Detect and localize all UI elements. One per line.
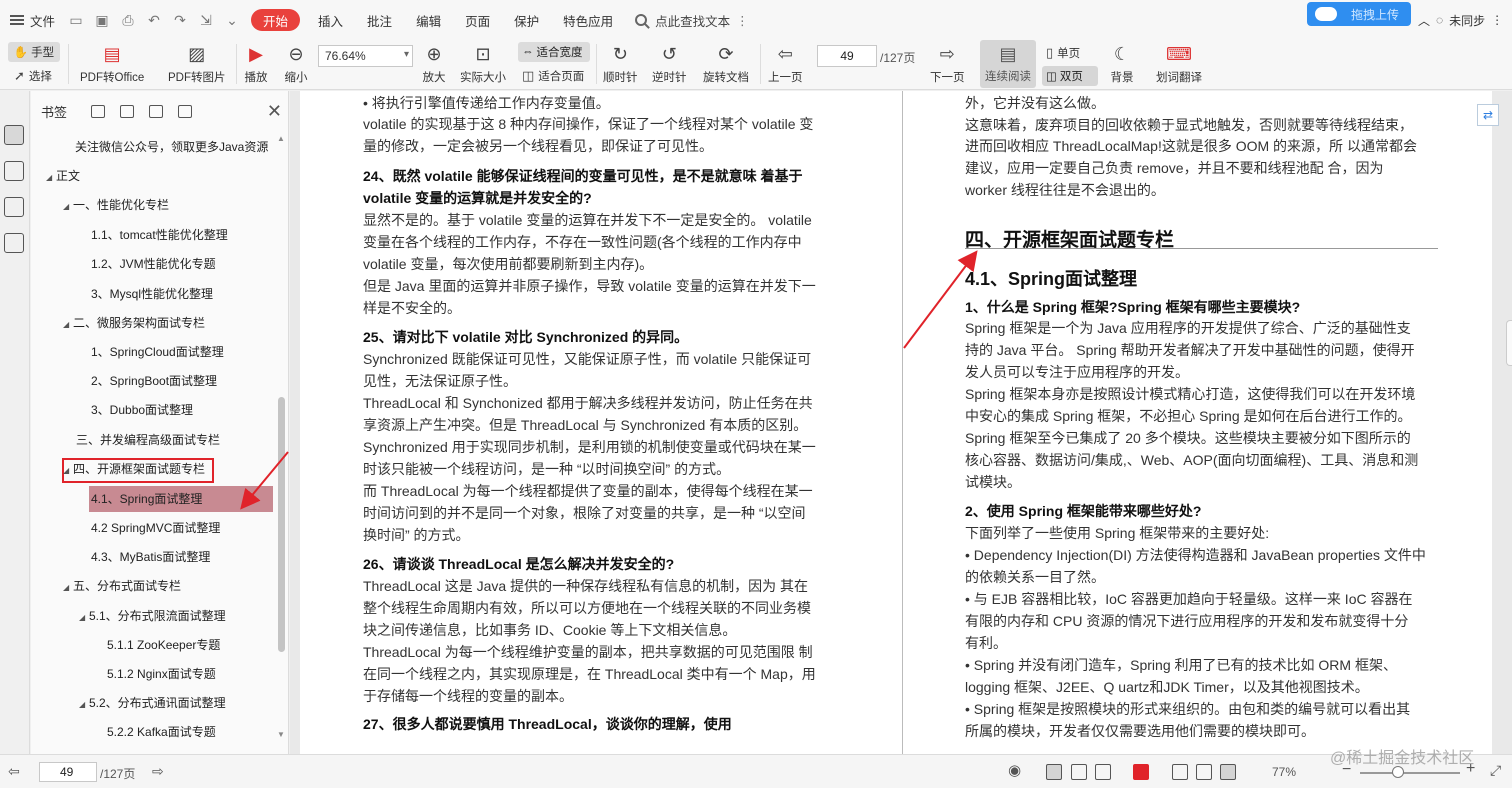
arrow-to-bookmark — [240, 451, 289, 510]
actual-size-icon-status[interactable] — [1172, 764, 1188, 780]
status-page-total: /127页 — [100, 767, 136, 781]
fullscreen-icon[interactable]: ⤢ — [1490, 762, 1501, 779]
double-view-icon[interactable] — [1095, 764, 1111, 780]
status-bar: ⇦ 49 /127页 ⇨ ◉ 77% − + ⤢ — [0, 754, 1512, 788]
zoom-slider-track[interactable] — [1360, 772, 1460, 774]
zoom-percent[interactable]: 77% — [1272, 765, 1296, 779]
arrow-to-heading — [903, 250, 978, 349]
play-icon-status[interactable] — [1133, 764, 1149, 780]
eye-icon[interactable]: ◉ — [1008, 761, 1021, 779]
status-page-input[interactable]: 49 — [39, 762, 97, 782]
watermark: @稀土掘金技术社区 — [1330, 750, 1475, 767]
prev-arrow-icon[interactable]: ⇦ — [8, 763, 20, 780]
single-view-icon[interactable] — [1071, 764, 1087, 780]
continuous-view-icon[interactable] — [1046, 764, 1062, 780]
fit-page-icon-status[interactable] — [1196, 764, 1212, 780]
annotation-arrows — [240, 250, 978, 510]
fit-width-icon-status[interactable] — [1220, 764, 1236, 780]
next-arrow-icon[interactable]: ⇨ — [152, 763, 164, 780]
